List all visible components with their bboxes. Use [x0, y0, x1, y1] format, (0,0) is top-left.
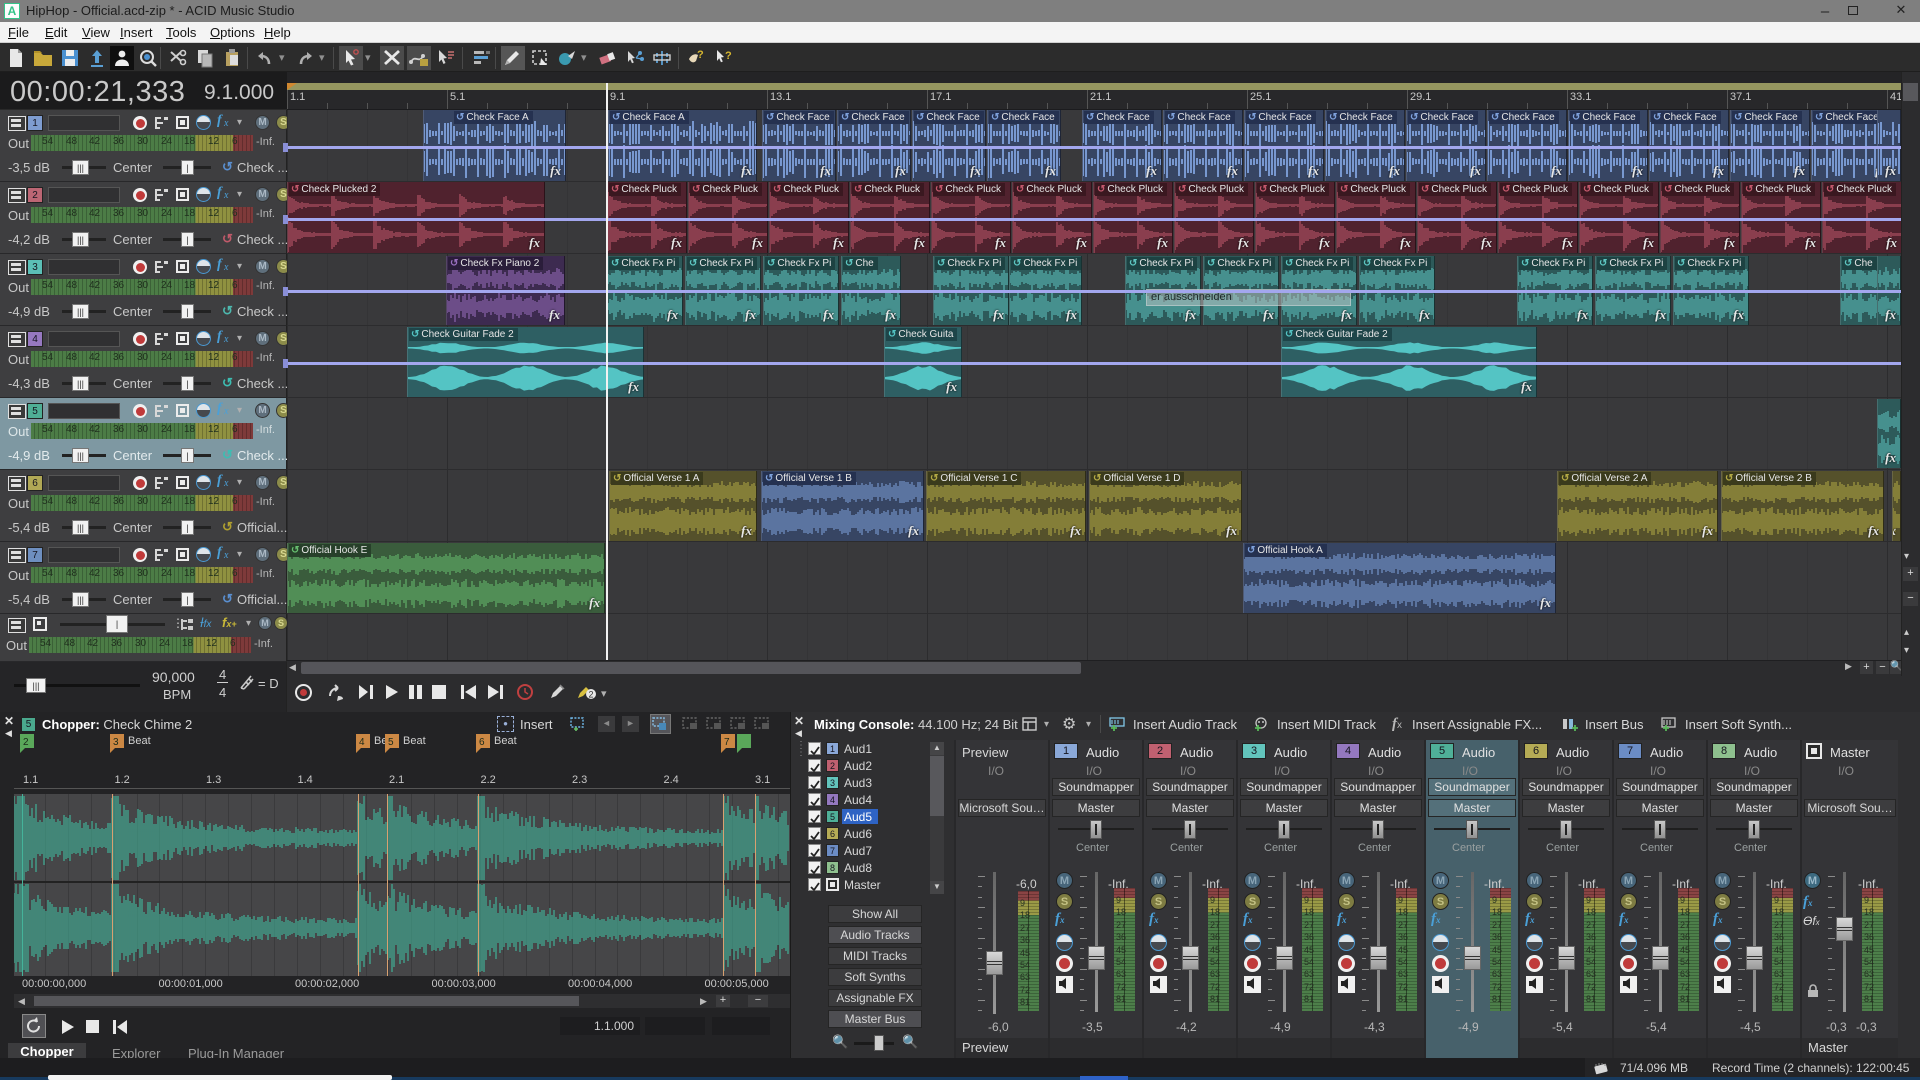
svg-text:?: ?	[725, 50, 732, 62]
svg-text:3: 3	[113, 737, 119, 748]
svg-text:2: 2	[589, 690, 594, 700]
svg-text:6: 6	[479, 737, 485, 748]
svg-text:7: 7	[724, 737, 730, 748]
svg-text:5: 5	[388, 737, 394, 748]
svg-text:2: 2	[23, 737, 29, 748]
svg-text:?: ?	[697, 49, 704, 61]
svg-text:4: 4	[359, 737, 365, 748]
